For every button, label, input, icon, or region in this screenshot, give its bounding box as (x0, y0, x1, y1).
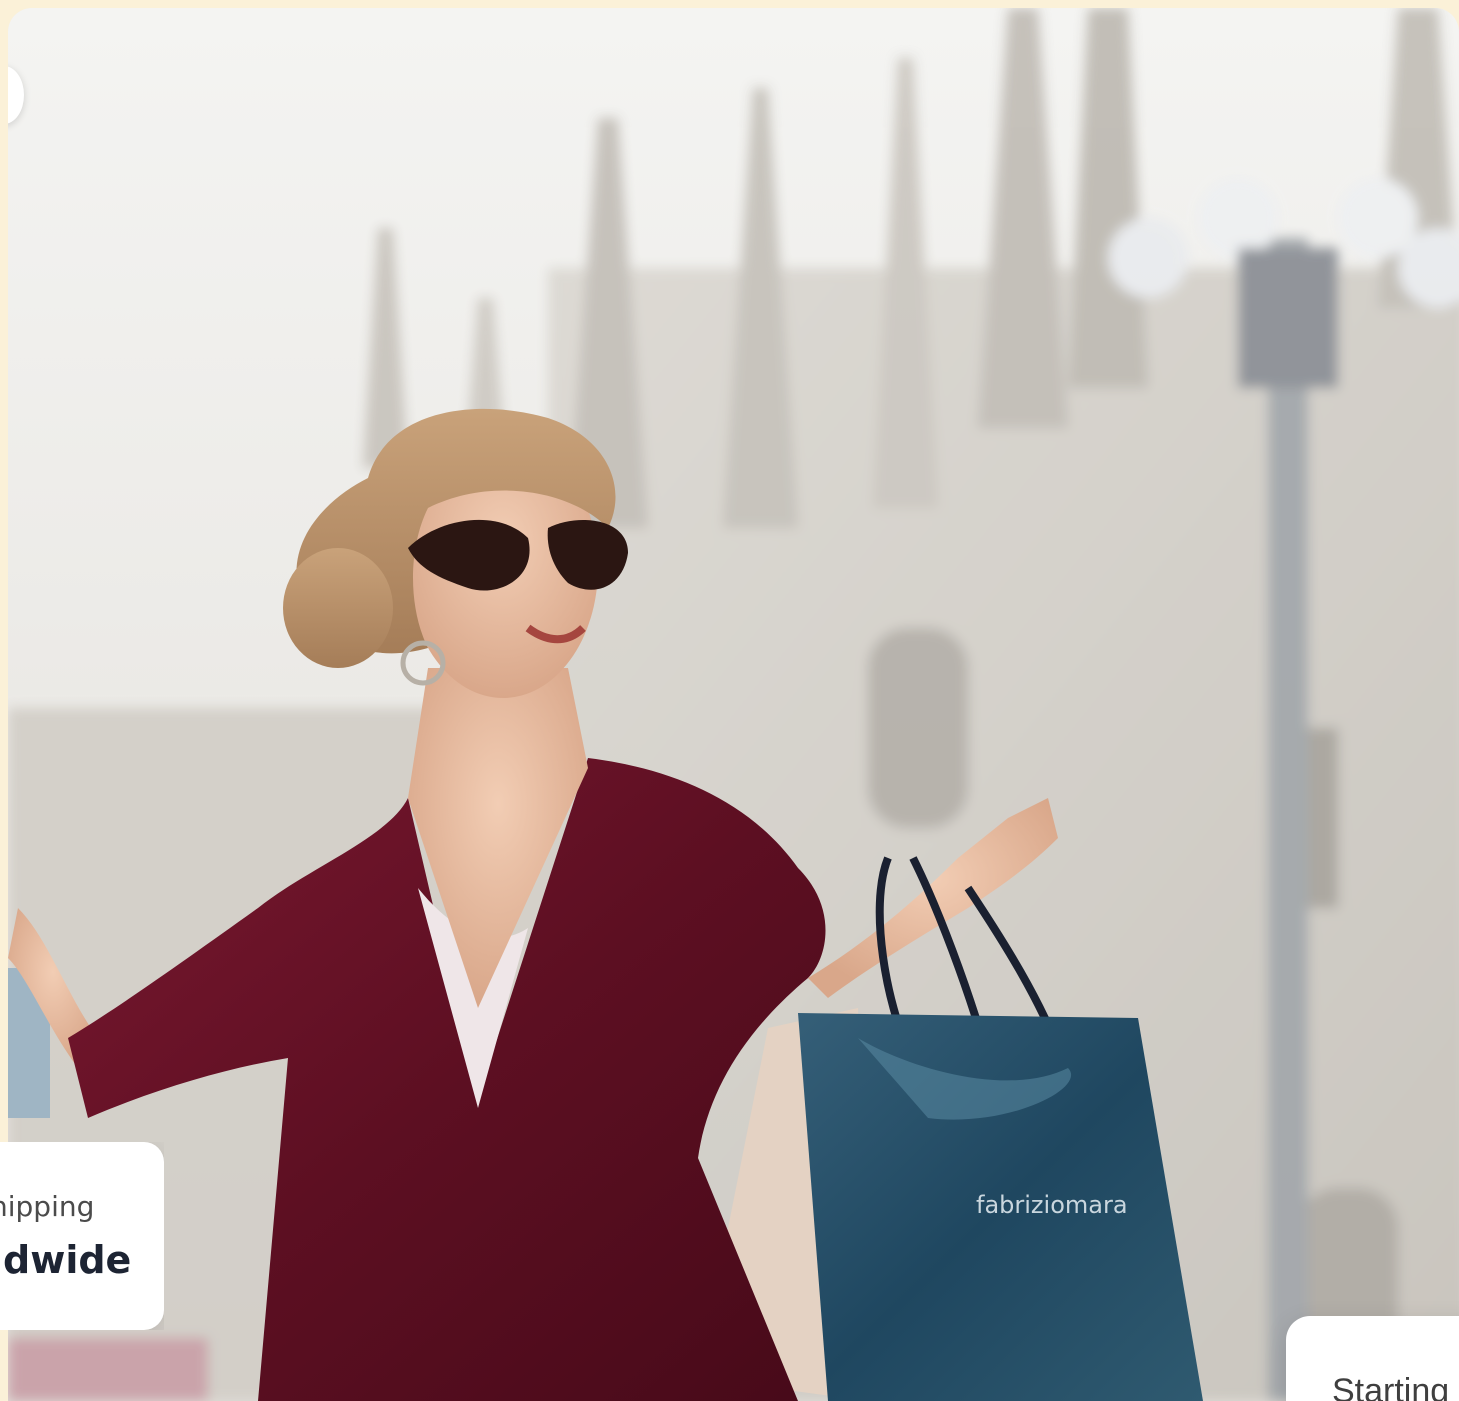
shipping-card: hipping ldwide (0, 1142, 164, 1330)
hero-image-card: fabriziomara Starting (8, 8, 1459, 1401)
price-card: Starting (1286, 1316, 1459, 1401)
shipping-card-value: ldwide (0, 1238, 132, 1282)
hero-photo: fabriziomara (8, 8, 1459, 1401)
shipping-card-clip: hipping ldwide (0, 1142, 164, 1330)
price-card-label: Starting (1332, 1372, 1450, 1401)
shipping-card-label: hipping (0, 1190, 95, 1223)
bag-brand-text: fabriziomara (976, 1191, 1128, 1219)
